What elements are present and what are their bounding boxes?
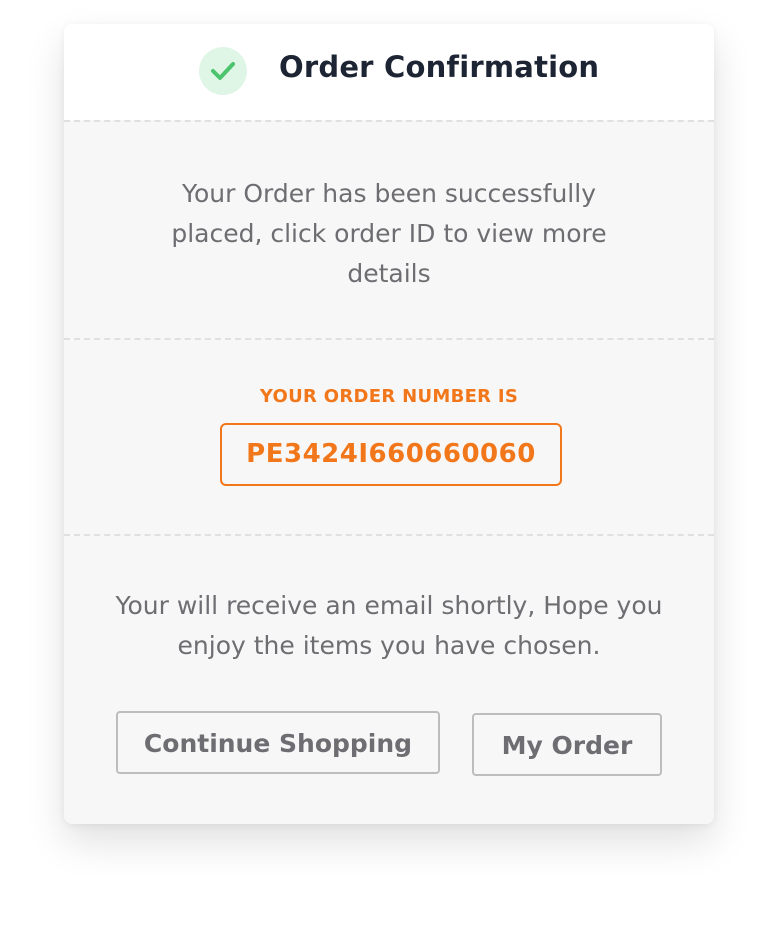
- my-order-button[interactable]: My Order: [472, 713, 662, 776]
- page-title: Order Confirmation: [279, 50, 600, 84]
- order-id-link[interactable]: PE3424I660660060: [220, 423, 562, 486]
- card-header: Order Confirmation: [64, 24, 714, 120]
- email-notice: Your will receive an email shortly, Hope…: [115, 591, 663, 660]
- divider: [64, 338, 714, 340]
- success-message: Your Order has been successfully placed,…: [171, 179, 607, 288]
- continue-shopping-button[interactable]: Continue Shopping: [116, 711, 440, 774]
- order-confirmation-card: Order Confirmation Your Order has been s…: [64, 24, 714, 824]
- order-number-label: YOUR ORDER NUMBER IS: [259, 386, 519, 407]
- divider: [64, 120, 714, 122]
- divider: [64, 534, 714, 536]
- check-icon: [199, 47, 247, 95]
